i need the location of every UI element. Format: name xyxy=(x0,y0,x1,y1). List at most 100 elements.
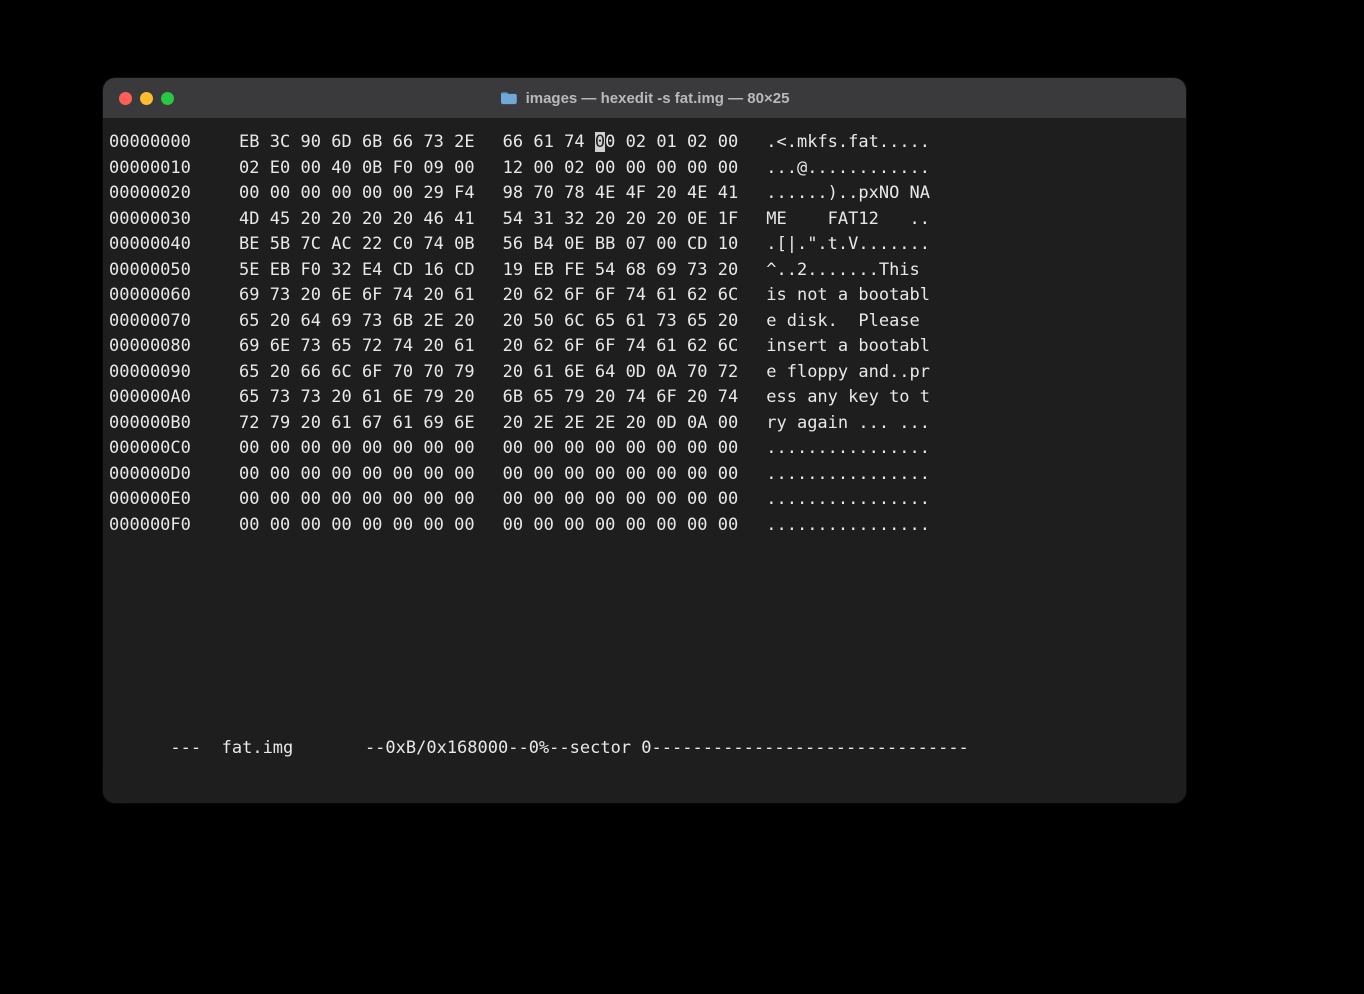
hex-byte[interactable]: 00 xyxy=(331,515,351,535)
hex-bytes-right[interactable]: 00 00 00 00 00 00 00 00 xyxy=(503,487,739,513)
hex-byte[interactable]: 45 xyxy=(270,209,290,229)
hex-byte[interactable]: 2E xyxy=(533,413,553,433)
hex-byte[interactable]: 6E xyxy=(331,285,351,305)
hex-byte[interactable]: 2E xyxy=(423,311,443,331)
hex-byte[interactable]: 09 xyxy=(423,158,443,178)
hex-bytes-right[interactable]: 00 00 00 00 00 00 00 00 xyxy=(503,462,739,488)
hex-byte[interactable]: 4E xyxy=(687,183,707,203)
hex-byte[interactable]: 69 xyxy=(423,413,443,433)
close-icon[interactable] xyxy=(119,92,132,105)
hex-byte[interactable]: 74 xyxy=(393,285,413,305)
hex-byte[interactable]: 00 xyxy=(718,132,738,152)
hex-byte[interactable]: 74 xyxy=(718,387,738,407)
hex-byte[interactable]: 00 xyxy=(239,489,259,509)
hex-byte[interactable]: 00 xyxy=(270,438,290,458)
hex-byte[interactable]: 61 xyxy=(393,413,413,433)
hex-byte[interactable]: 00 xyxy=(564,464,584,484)
hex-byte[interactable]: 6E xyxy=(564,362,584,382)
hex-byte[interactable]: CD xyxy=(454,260,474,280)
hex-byte[interactable]: 00 xyxy=(393,515,413,535)
hex-byte[interactable]: 32 xyxy=(331,260,351,280)
hex-byte[interactable]: 74 xyxy=(626,387,646,407)
hex-byte[interactable]: 6D xyxy=(331,132,351,152)
hex-byte[interactable]: 00 xyxy=(454,464,474,484)
hex-byte[interactable]: 20 xyxy=(454,311,474,331)
hex-byte[interactable]: 79 xyxy=(564,387,584,407)
hex-byte[interactable]: 16 xyxy=(423,260,443,280)
hex-byte[interactable]: 00 xyxy=(564,515,584,535)
hex-bytes-left[interactable]: 65 20 64 69 73 6B 2E 20 xyxy=(239,309,475,335)
hex-byte[interactable]: 6F xyxy=(362,285,382,305)
hex-byte[interactable]: 00 xyxy=(656,489,676,509)
hex-bytes-left[interactable]: 69 6E 73 65 72 74 20 61 xyxy=(239,334,475,360)
hex-byte[interactable]: 20 xyxy=(687,387,707,407)
hex-byte[interactable]: 78 xyxy=(564,183,584,203)
hex-byte[interactable]: 74 xyxy=(626,285,646,305)
hex-byte[interactable]: 56 xyxy=(503,234,523,254)
hex-byte[interactable]: 73 xyxy=(300,387,320,407)
hex-byte[interactable]: 4F xyxy=(626,183,646,203)
hex-byte[interactable]: 62 xyxy=(533,285,553,305)
ascii[interactable]: ...@............ xyxy=(766,156,930,182)
hex-byte[interactable]: 00 xyxy=(331,183,351,203)
hex-byte[interactable]: 20 xyxy=(423,336,443,356)
hex-byte[interactable]: 00 xyxy=(503,438,523,458)
hex-byte[interactable]: 20 xyxy=(595,387,615,407)
hex-byte[interactable]: 00 xyxy=(454,489,474,509)
hex-byte[interactable]: 61 xyxy=(656,285,676,305)
hex-byte[interactable]: 02 xyxy=(626,132,646,152)
hex-bytes-right[interactable]: 20 62 6F 6F 74 61 62 6C xyxy=(503,334,739,360)
ascii[interactable]: ................ xyxy=(766,487,930,513)
hex-bytes-left[interactable]: 00 00 00 00 00 00 00 00 xyxy=(239,462,475,488)
hex-bytes-left[interactable]: 72 79 20 61 67 61 69 6E xyxy=(239,411,475,437)
terminal-body[interactable]: 00000000EB 3C 90 6D 6B 66 73 2E 66 61 74… xyxy=(103,118,1186,803)
hex-byte[interactable]: 61 xyxy=(533,132,553,152)
hex-byte[interactable]: 20 xyxy=(300,209,320,229)
hex-byte[interactable]: 00 xyxy=(503,464,523,484)
hex-byte[interactable]: 67 xyxy=(362,413,382,433)
hex-byte[interactable]: 65 xyxy=(239,311,259,331)
hex-byte[interactable]: 20 xyxy=(503,413,523,433)
hex-byte[interactable]: 00 xyxy=(331,438,351,458)
hex-byte[interactable]: 6E xyxy=(393,387,413,407)
hex-byte[interactable]: 68 xyxy=(626,260,646,280)
hex-byte[interactable]: 00 xyxy=(423,489,443,509)
hex-byte[interactable]: B4 xyxy=(533,234,553,254)
hex-byte[interactable]: 66 xyxy=(393,132,413,152)
hex-byte[interactable]: 20 xyxy=(626,413,646,433)
ascii[interactable]: ................ xyxy=(766,513,930,539)
hex-byte[interactable]: 98 xyxy=(503,183,523,203)
hex-byte[interactable]: 62 xyxy=(687,336,707,356)
hex-byte[interactable]: AC xyxy=(331,234,351,254)
hex-byte[interactable]: 7C xyxy=(300,234,320,254)
hex-byte[interactable]: 90 xyxy=(300,132,320,152)
hex-byte[interactable]: 3C xyxy=(270,132,290,152)
hex-byte[interactable]: 6E xyxy=(270,336,290,356)
hex-bytes-left[interactable]: 5E EB F0 32 E4 CD 16 CD xyxy=(239,258,475,284)
hex-byte[interactable]: 32 xyxy=(564,209,584,229)
hex-byte[interactable]: 00 xyxy=(656,158,676,178)
hex-byte[interactable]: C0 xyxy=(393,234,413,254)
hex-byte[interactable]: 73 xyxy=(656,311,676,331)
hex-byte[interactable]: 31 xyxy=(533,209,553,229)
hex-byte[interactable]: 00 xyxy=(533,158,553,178)
hex-bytes-right[interactable]: 20 2E 2E 2E 20 0D 0A 00 xyxy=(503,411,739,437)
hex-byte[interactable]: BB xyxy=(595,234,615,254)
hex-byte[interactable]: 79 xyxy=(454,362,474,382)
hex-byte[interactable]: 20 xyxy=(331,209,351,229)
hex-byte[interactable]: 6F xyxy=(362,362,382,382)
hex-byte[interactable]: 00 xyxy=(300,183,320,203)
hex-byte[interactable]: 6F xyxy=(595,285,615,305)
ascii[interactable]: ry again ... ... xyxy=(766,411,930,437)
hex-byte[interactable]: 00 xyxy=(331,489,351,509)
hex-byte[interactable]: 0E xyxy=(564,234,584,254)
hex-byte[interactable]: 0B xyxy=(362,158,382,178)
hex-byte[interactable]: 00 xyxy=(626,515,646,535)
hex-byte[interactable]: 61 xyxy=(656,336,676,356)
hex-bytes-right[interactable]: 20 61 6E 64 0D 0A 70 72 xyxy=(503,360,739,386)
hex-byte[interactable]: 73 xyxy=(270,285,290,305)
hex-byte[interactable]: 00 xyxy=(564,489,584,509)
hex-byte[interactable]: 00 xyxy=(300,489,320,509)
hex-byte[interactable]: 1F xyxy=(718,209,738,229)
hex-byte[interactable]: 00 xyxy=(362,464,382,484)
